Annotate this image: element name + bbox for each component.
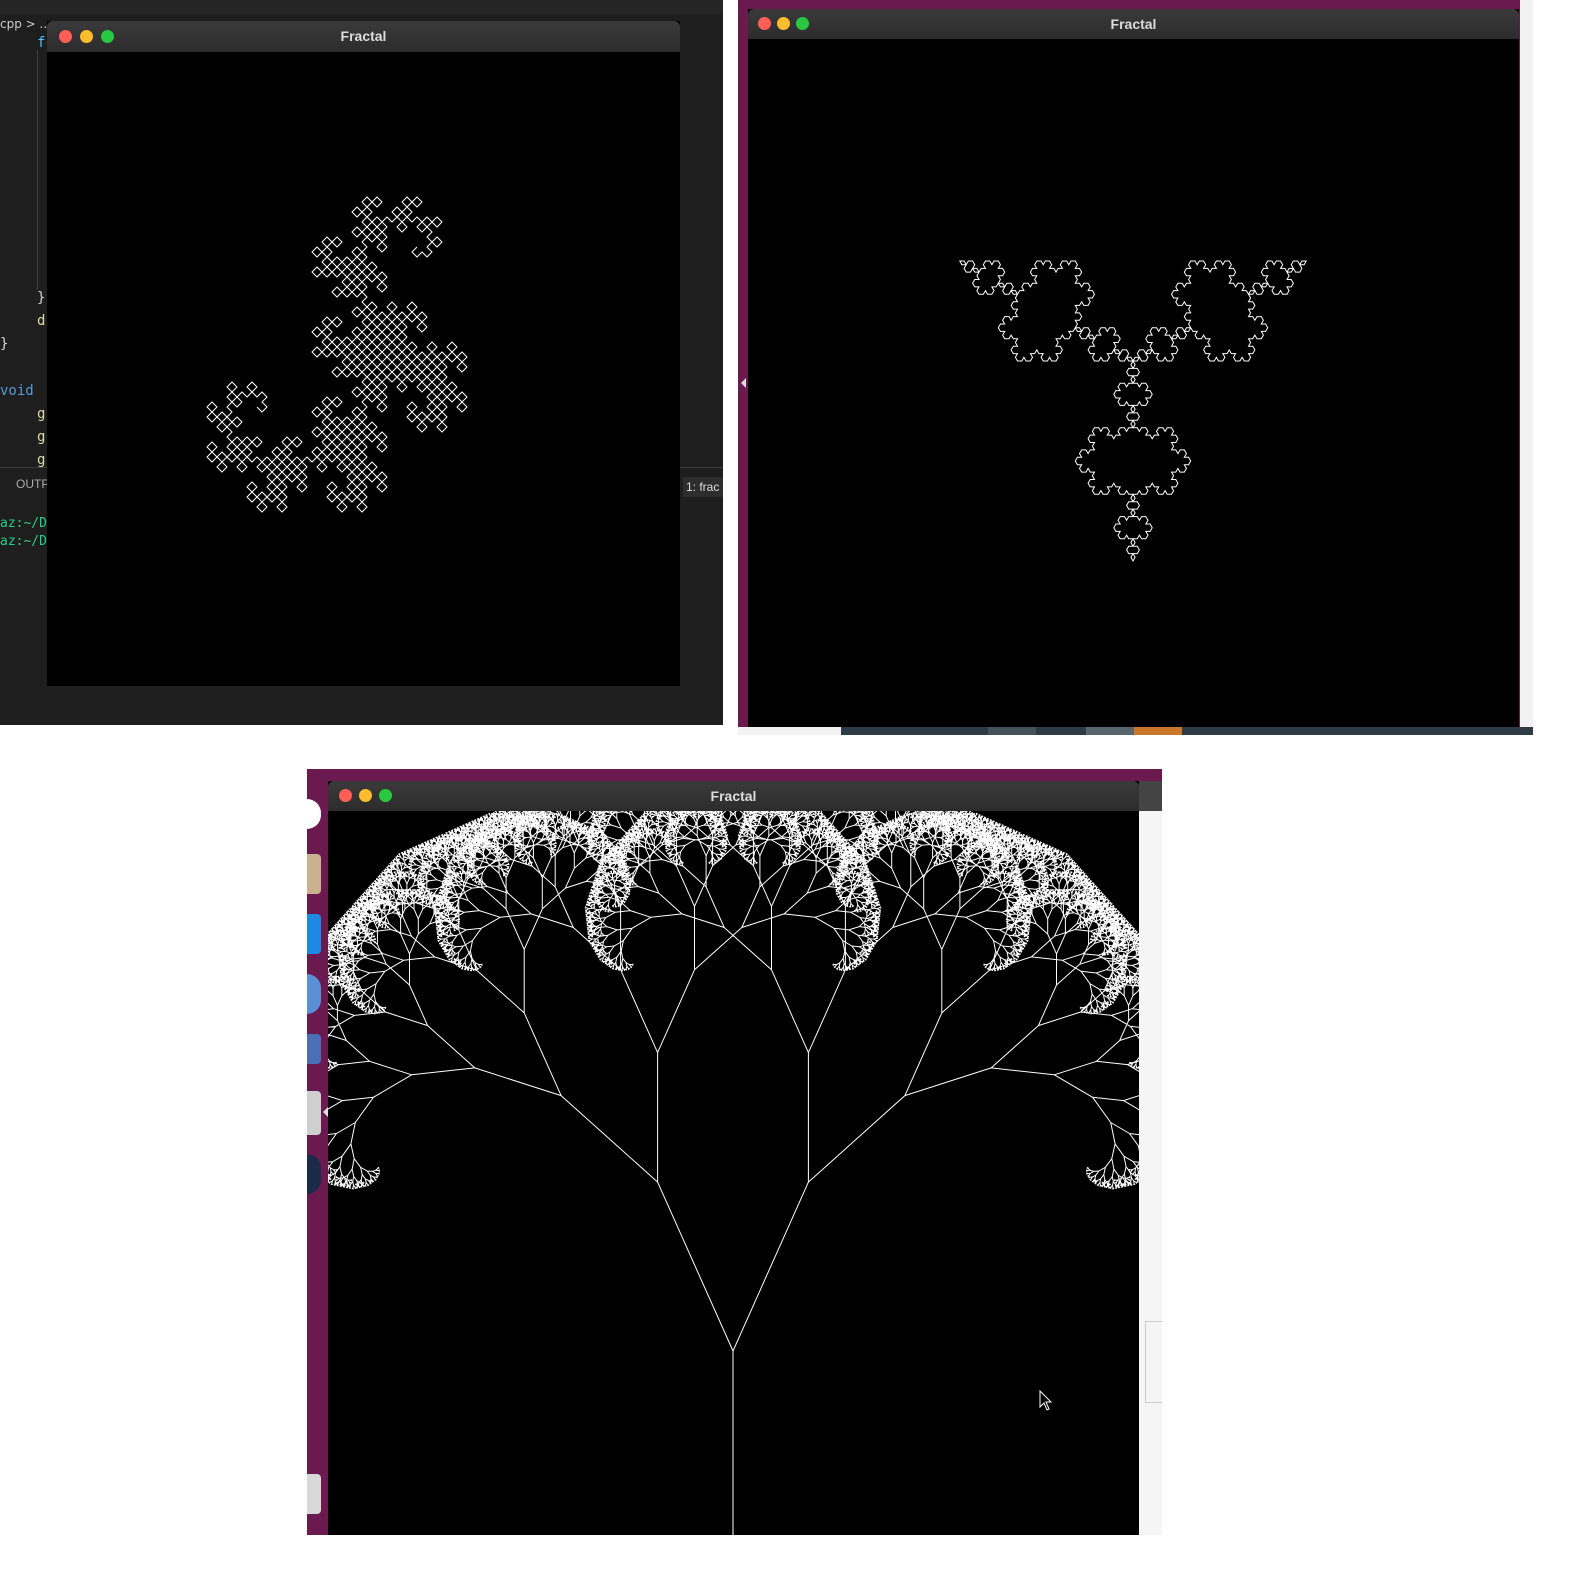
launcher-icon[interactable] (307, 914, 321, 954)
indent-guide (37, 50, 38, 290)
maximize-button[interactable] (796, 17, 809, 30)
launcher-icon[interactable] (307, 1034, 321, 1064)
fractal-window-dragon[interactable]: Fractal (47, 21, 680, 686)
fractal-window-koch[interactable]: Fractal (748, 9, 1519, 727)
code-fragment[interactable]: } (0, 333, 8, 355)
taskbar-strip (738, 727, 1533, 735)
close-button[interactable] (339, 789, 352, 802)
fractal-tree-path (328, 811, 1139, 1535)
output-tab[interactable]: OUTP (16, 477, 49, 491)
fractal-tree (328, 811, 1139, 1535)
code-fragment[interactable]: f (37, 32, 45, 54)
fractal-canvas (328, 811, 1139, 1535)
window-title: Fractal (710, 788, 757, 804)
koch-snowflake-fractal (958, 260, 1308, 563)
window-titlebar[interactable]: Fractal (748, 9, 1519, 39)
code-fragment[interactable]: d (37, 310, 45, 332)
code-keyword[interactable]: void (0, 380, 34, 402)
launcher-icon[interactable] (307, 1154, 321, 1194)
launcher-icon[interactable] (307, 974, 321, 1014)
breadcrumb[interactable]: cpp > .. (0, 14, 47, 34)
desktop-background: Fractal (307, 769, 1162, 1535)
close-button[interactable] (758, 17, 771, 30)
dragon-curve-fractal (206, 196, 468, 513)
code-fragment[interactable]: } (37, 287, 45, 309)
launcher-icon[interactable] (307, 1091, 321, 1135)
launcher-icon[interactable] (307, 1474, 321, 1514)
fractal-canvas (748, 39, 1519, 727)
window-title: Fractal (340, 28, 387, 44)
side-panel-box (1145, 1321, 1162, 1403)
launcher-icon[interactable] (307, 854, 321, 894)
maximize-button[interactable] (379, 789, 392, 802)
code-editor-background: cpp > .. f } d } void g g g OUTP az:~/De… (0, 0, 723, 725)
close-button[interactable] (59, 30, 72, 43)
mouse-cursor-icon (1039, 1390, 1053, 1411)
window-title: Fractal (1110, 16, 1157, 32)
side-panel-header (1139, 781, 1162, 811)
editor-tab-bar (0, 0, 723, 14)
background-window-edge (1139, 781, 1162, 1535)
dragon-curve-path (206, 196, 468, 513)
desktop-background: Fractal (738, 0, 1533, 735)
terminal-tab[interactable]: 1: frac (683, 477, 723, 497)
window-titlebar[interactable]: Fractal (328, 781, 1139, 811)
minimize-button[interactable] (80, 30, 93, 43)
collapse-arrow-icon[interactable] (741, 378, 746, 388)
code-fragment[interactable]: g (37, 403, 45, 425)
minimize-button[interactable] (359, 789, 372, 802)
koch-snowflake-path (958, 260, 1308, 563)
launcher-icon[interactable] (307, 799, 321, 829)
maximize-button[interactable] (101, 30, 114, 43)
background-window-edge (1520, 0, 1533, 735)
window-titlebar[interactable]: Fractal (47, 21, 680, 52)
minimize-button[interactable] (777, 17, 790, 30)
fractal-window-tree[interactable]: Fractal (328, 781, 1139, 1535)
fractal-canvas (47, 52, 680, 686)
code-fragment[interactable]: g (37, 426, 45, 448)
